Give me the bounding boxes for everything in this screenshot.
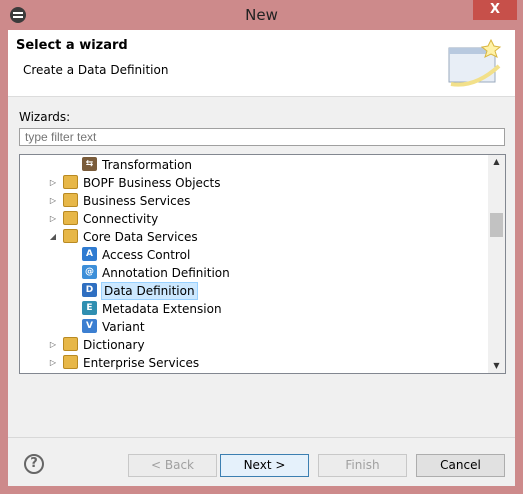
wizard-header: Select a wizard Create a Data Definition — [8, 30, 515, 97]
footer-divider — [8, 437, 515, 438]
scroll-up-icon[interactable]: ▲ — [488, 155, 505, 169]
folder-icon — [63, 175, 78, 189]
data-definition-icon: D — [82, 283, 97, 297]
wizards-label: Wizards: — [19, 110, 71, 124]
tree-item-label: Enterprise Services — [83, 356, 200, 370]
folder-icon — [63, 355, 78, 369]
collapsed-chevron-icon[interactable]: ▷ — [48, 214, 58, 224]
scroll-thumb[interactable] — [490, 213, 503, 237]
title-bar[interactable]: New X — [0, 0, 523, 30]
wizard-description: Create a Data Definition — [23, 63, 169, 77]
tree-item[interactable]: ⇆ Transformation — [20, 156, 488, 174]
collapsed-chevron-icon[interactable]: ▷ — [48, 178, 58, 188]
transformation-icon: ⇆ — [82, 157, 97, 171]
expanded-chevron-icon[interactable]: ◢ — [48, 232, 58, 242]
tree-item[interactable]: ▷ BOPF Business Objects — [20, 174, 488, 192]
tree-item-label: Annotation Definition — [102, 266, 230, 280]
folder-icon — [63, 211, 78, 225]
tree-scrollbar[interactable]: ▲ ▼ — [488, 155, 505, 373]
tree-item-label: Data Definition — [101, 282, 198, 300]
collapsed-chevron-icon[interactable]: ▷ — [48, 358, 58, 368]
folder-icon — [63, 229, 78, 243]
help-icon[interactable]: ? — [24, 454, 44, 474]
tree-item-label: Core Data Services — [83, 230, 198, 244]
folder-icon — [63, 337, 78, 351]
collapsed-chevron-icon[interactable]: ▷ — [48, 340, 58, 350]
finish-button[interactable]: Finish — [318, 454, 407, 477]
close-button[interactable]: X — [473, 0, 517, 20]
tree-item[interactable]: A Access Control — [20, 246, 488, 264]
tree-item-label: Connectivity — [83, 212, 159, 226]
dialog-content: Select a wizard Create a Data Definition… — [8, 30, 515, 486]
access-control-icon: A — [82, 247, 97, 261]
tree-item[interactable]: ▷ Connectivity — [20, 210, 488, 228]
variant-icon: V — [82, 319, 97, 333]
tree-item-label: Access Control — [102, 248, 191, 262]
wizard-banner-icon — [448, 38, 502, 87]
wizard-title: Select a wizard — [16, 38, 128, 53]
cancel-button[interactable]: Cancel — [416, 454, 505, 477]
tree-item-label: Variant — [102, 320, 145, 334]
tree-item[interactable]: ▷ Business Services — [20, 192, 488, 210]
tree-item[interactable]: ▷ Dictionary — [20, 336, 488, 354]
tree-item[interactable]: V Variant — [20, 318, 488, 336]
tree-item-label: Dictionary — [83, 338, 145, 352]
tree-item[interactable]: ◢ Core Data Services — [20, 228, 488, 246]
wizard-filter-input[interactable] — [19, 128, 505, 146]
back-button[interactable]: < Back — [128, 454, 217, 477]
scroll-down-icon[interactable]: ▼ — [488, 359, 505, 373]
tree-item[interactable]: @ Annotation Definition — [20, 264, 488, 282]
wizard-tree[interactable]: ⇆ Transformation ▷ BOPF Business Objects ▷ Bu… — [19, 154, 506, 374]
tree-item[interactable]: D Data Definition — [20, 282, 488, 300]
annotation-definition-icon: @ — [82, 265, 97, 279]
tree-item[interactable]: E Metadata Extension — [20, 300, 488, 318]
tree-item-label: Business Services — [83, 194, 191, 208]
window-title: New — [245, 6, 278, 24]
next-button[interactable]: Next > — [220, 454, 309, 477]
folder-icon — [63, 193, 78, 207]
tree-item[interactable]: ▷ Enterprise Services — [20, 354, 488, 372]
tree-item-label: Metadata Extension — [102, 302, 222, 316]
tree-item-label: Transformation — [102, 158, 193, 172]
metadata-extension-icon: E — [82, 301, 97, 315]
collapsed-chevron-icon[interactable]: ▷ — [48, 196, 58, 206]
tree-item-label: BOPF Business Objects — [83, 176, 221, 190]
new-wizard-window: New X Select a wizard Create a Data Defi… — [0, 0, 523, 494]
